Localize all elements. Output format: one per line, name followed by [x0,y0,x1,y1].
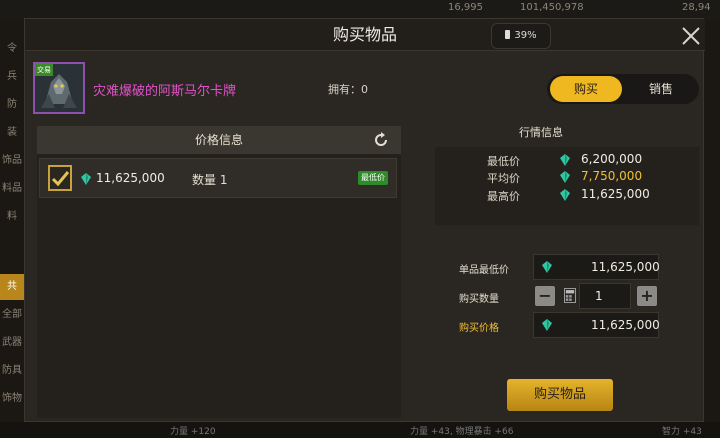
tradeable-tag: 交易 [35,64,53,76]
market-high-label: 最高价 [487,190,520,203]
bg-bottom-b: 力量 +43, 物理暴击 +66 [410,427,514,437]
gem-icon [81,173,91,185]
quantity-plus-button[interactable]: + [637,286,657,306]
buy-sell-toggle: 购买 销售 [547,74,699,104]
lowest-price-badge: 最低价 [358,171,388,185]
bg-nav-item: 武器 [2,337,22,348]
background-right-edge [704,20,720,438]
quantity-minus-button[interactable]: − [535,286,555,306]
item-name: 灾难爆破的阿斯马尔卡牌 [93,84,237,99]
gem-icon [560,189,570,201]
listing-checkbox[interactable] [48,165,72,191]
bg-nav-item: 料品 [2,183,22,194]
calculator-icon[interactable] [564,288,576,303]
listing-quantity: 数量 1 [192,173,228,187]
buy-item-button[interactable]: 购买物品 [507,379,613,411]
battery-percent: 39% [514,30,537,41]
bg-nav-item: 全部 [2,309,22,320]
unit-low-price-value: 11,625,000 [591,260,660,274]
quantity-label: 购买数量 [459,294,499,305]
quantity-value: 1 [595,289,603,303]
price-info-header: 价格信息 [37,126,401,154]
item-card-icon: 交易 [33,62,85,114]
market-low-value: 6,200,000 [581,152,643,166]
gem-icon [560,171,570,183]
bg-nav-item: 装 [7,127,17,138]
battery-icon [505,30,511,39]
owned-count: 拥有：0 [328,83,368,96]
bg-nav-item: 饰物 [2,393,22,404]
bg-stat-1: 16,995 [448,2,483,13]
price-info-panel: 价格信息 11,625,000 数量 1 最低价 [37,126,401,418]
gem-icon [560,154,570,166]
market-high-value: 11,625,000 [581,187,650,201]
bg-stat-2: 101,450,978 [520,2,584,13]
background-top-bar [0,0,720,20]
tab-sell[interactable]: 销售 [625,76,697,102]
battery-indicator: 39% [491,23,551,49]
unit-low-price-label: 单品最低价 [459,265,509,276]
bg-nav-item: 防具 [2,365,22,376]
refresh-icon[interactable] [373,132,389,148]
gem-icon [542,319,552,331]
buy-item-dialog: 购买物品 39% 交易 灾难爆破的阿斯马尔卡牌 拥有：0 购买 销售 价格信息 [24,18,705,422]
price-info-title: 价格信息 [194,133,243,147]
listing-price: 11,625,000 [96,171,165,185]
quantity-input[interactable] [579,283,631,309]
market-avg-label: 平均价 [487,172,520,185]
dialog-title: 购买物品 [332,25,397,44]
bg-bottom-a: 力量 +120 [170,427,216,437]
check-icon [51,171,70,187]
bg-nav-item: 令 [7,43,17,54]
bg-stat-3: 28,94 [682,2,711,13]
tab-buy[interactable]: 购买 [550,76,622,102]
listing-row[interactable]: 11,625,000 数量 1 最低价 [39,158,397,198]
background-bottom-bar [0,422,720,438]
market-low-label: 最低价 [487,155,520,168]
bg-nav-item: 料 [7,211,17,222]
market-avg-value: 7,750,000 [581,169,643,183]
bg-nav-item: 防 [7,99,17,110]
total-price-value: 11,625,000 [591,318,660,332]
bg-bottom-c: 智力 +43 [662,427,702,437]
bg-nav-item: 共 [0,274,24,300]
close-icon[interactable] [681,26,701,46]
dialog-header: 购买物品 39% [25,19,705,51]
bg-nav-item: 饰品 [2,155,22,166]
gem-icon [542,261,552,273]
market-info-title: 行情信息 [519,126,563,139]
bg-nav-item: 兵 [7,71,17,82]
total-price-label: 购买价格 [459,323,499,334]
